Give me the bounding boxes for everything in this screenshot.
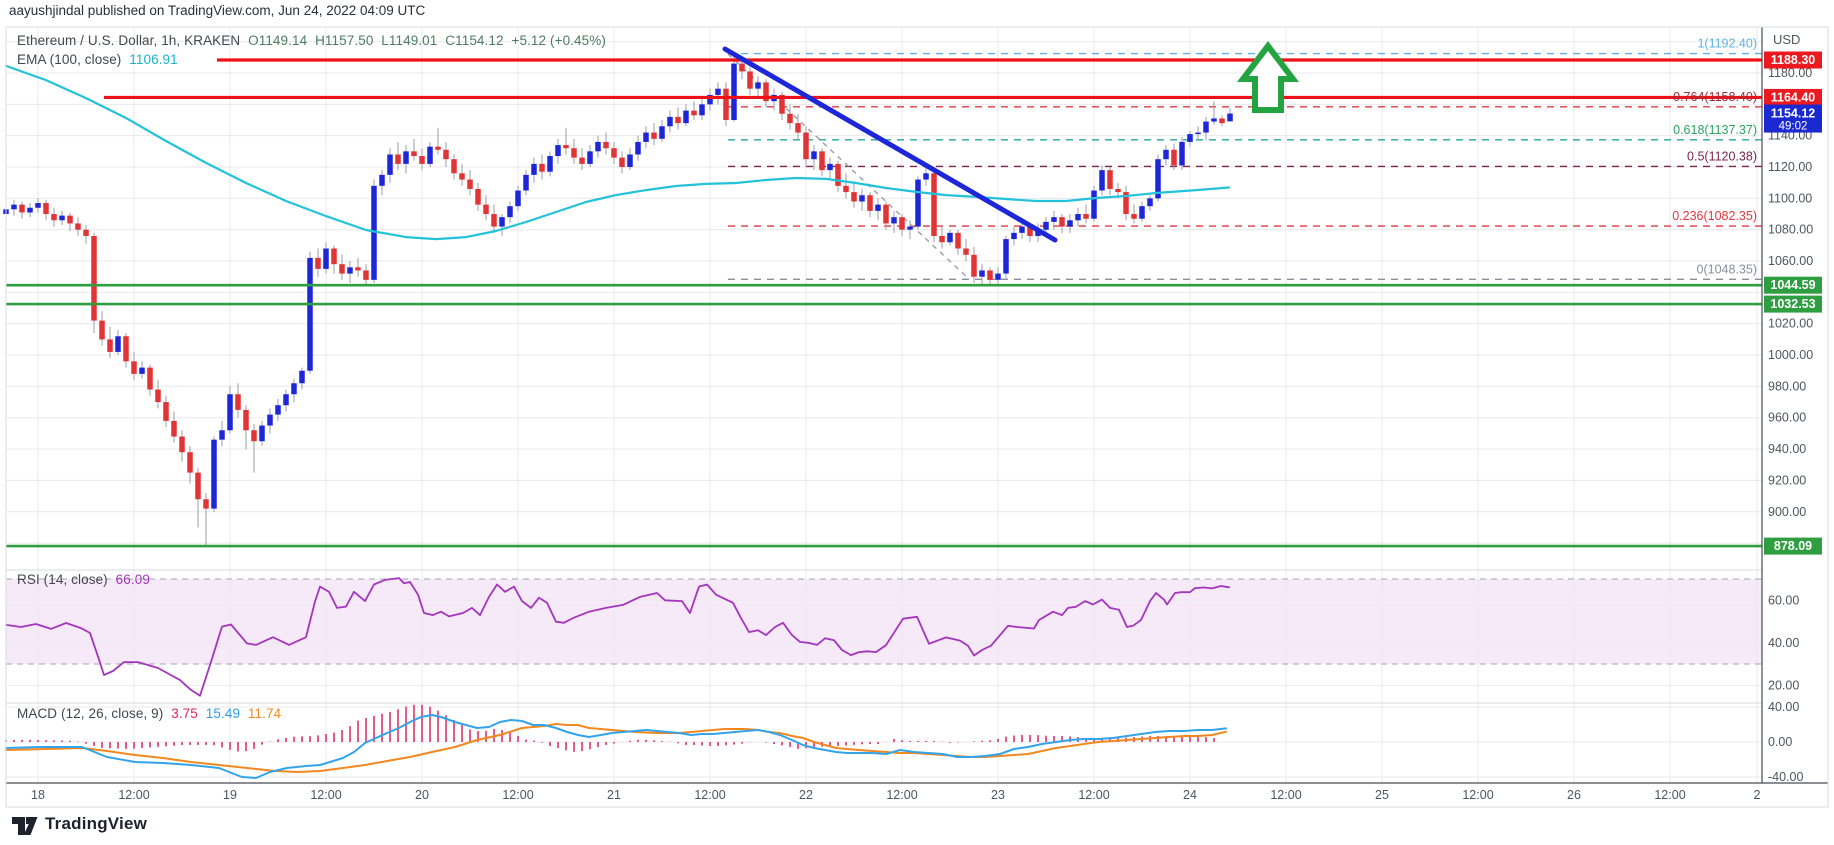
publish-header: aayushjindal published on TradingView.co… [9,3,426,18]
rsi-band [6,579,1762,664]
svg-text:-40.00: -40.00 [1768,770,1803,784]
tradingview-published-chart: aayushjindal published on TradingView.co… [0,0,1834,845]
svg-text:900.00: 900.00 [1768,505,1806,519]
svg-text:12:00: 12:00 [502,788,533,802]
svg-text:40.00: 40.00 [1768,636,1799,650]
ema-label[interactable]: EMA (100, close) [17,52,121,67]
svg-text:1060.00: 1060.00 [1768,254,1813,268]
rsi-value: 66.09 [115,572,150,587]
symbol-title[interactable]: Ethereum / U.S. Dollar, 1h, KRAKEN [17,33,240,48]
svg-text:1044.59: 1044.59 [1770,278,1815,292]
svg-text:0.236(1082.35): 0.236(1082.35) [1672,209,1757,223]
ohlc-change: +5.12 (+0.45%) [511,33,606,48]
svg-text:1080.00: 1080.00 [1768,223,1813,237]
svg-text:25: 25 [1375,788,1389,802]
ema-value: 1106.91 [129,52,178,67]
svg-text:19: 19 [223,788,237,802]
svg-text:1164.40: 1164.40 [1771,90,1816,104]
rsi-legend: RSI (14, close) 66.09 [17,572,154,587]
svg-text:60.00: 60.00 [1768,593,1799,607]
svg-text:0.764(1158.40): 0.764(1158.40) [1673,90,1757,104]
svg-text:12:00: 12:00 [694,788,725,802]
svg-text:12:00: 12:00 [1270,788,1301,802]
svg-text:1100.00: 1100.00 [1768,191,1812,205]
rsi-label[interactable]: RSI (14, close) [17,572,108,587]
ohlc-high: H1157.50 [315,33,374,48]
ema-legend: EMA (100, close) 1106.91 [17,52,182,67]
macd-legend: MACD (12, 26, close, 9) 3.75 15.49 11.74 [17,706,285,721]
svg-text:1(1192.40): 1(1192.40) [1697,37,1757,51]
svg-text:12:00: 12:00 [310,788,341,802]
svg-text:20.00: 20.00 [1768,678,1799,692]
svg-text:40.00: 40.00 [1768,700,1799,714]
svg-text:940.00: 940.00 [1768,442,1806,456]
svg-text:18: 18 [31,788,45,802]
svg-text:1000.00: 1000.00 [1768,348,1813,362]
ohlc-close: C1154.12 [445,33,504,48]
svg-text:960.00: 960.00 [1768,411,1806,425]
svg-text:1020.00: 1020.00 [1768,317,1813,331]
tradingview-logo-text: TradingView [45,814,148,833]
macd-label[interactable]: MACD (12, 26, close, 9) [17,706,163,721]
svg-text:20: 20 [415,788,429,802]
svg-text:12:00: 12:00 [886,788,917,802]
svg-text:0.618(1137.37): 0.618(1137.37) [1673,123,1757,137]
svg-text:920.00: 920.00 [1768,473,1806,487]
price-axis-currency: USD [1773,32,1801,47]
svg-text:24: 24 [1183,788,1197,802]
svg-text:12:00: 12:00 [1078,788,1109,802]
svg-text:0.5(1120.38): 0.5(1120.38) [1687,149,1757,163]
tradingview-logo[interactable]: TradingView [10,811,147,837]
svg-text:22: 22 [799,788,813,802]
svg-text:2: 2 [1754,788,1761,802]
ohlc-low: L1149.01 [381,33,438,48]
svg-text:1032.53: 1032.53 [1770,297,1815,311]
svg-text:21: 21 [607,788,621,802]
svg-text:1188.30: 1188.30 [1771,53,1816,67]
tradingview-logo-icon [12,817,38,835]
macd-value: 15.49 [205,706,241,721]
svg-text:12:00: 12:00 [118,788,149,802]
svg-text:49:02: 49:02 [1779,121,1808,133]
svg-text:12:00: 12:00 [1654,788,1685,802]
svg-text:1154.12: 1154.12 [1771,107,1816,121]
svg-text:0(1048.35): 0(1048.35) [1697,262,1757,276]
svg-text:980.00: 980.00 [1768,379,1806,393]
svg-text:1120.00: 1120.00 [1768,160,1812,174]
svg-text:878.09: 878.09 [1774,539,1812,553]
svg-text:12:00: 12:00 [1462,788,1493,802]
ohlc-open: O1149.14 [248,33,308,48]
svg-text:23: 23 [991,788,1005,802]
symbol-legend: Ethereum / U.S. Dollar, 1h, KRAKEN O1149… [17,33,610,48]
macd-hist-value: 3.75 [171,706,198,721]
macd-signal-value: 11.74 [247,706,282,721]
svg-text:26: 26 [1567,788,1581,802]
svg-text:0.00: 0.00 [1768,735,1792,749]
